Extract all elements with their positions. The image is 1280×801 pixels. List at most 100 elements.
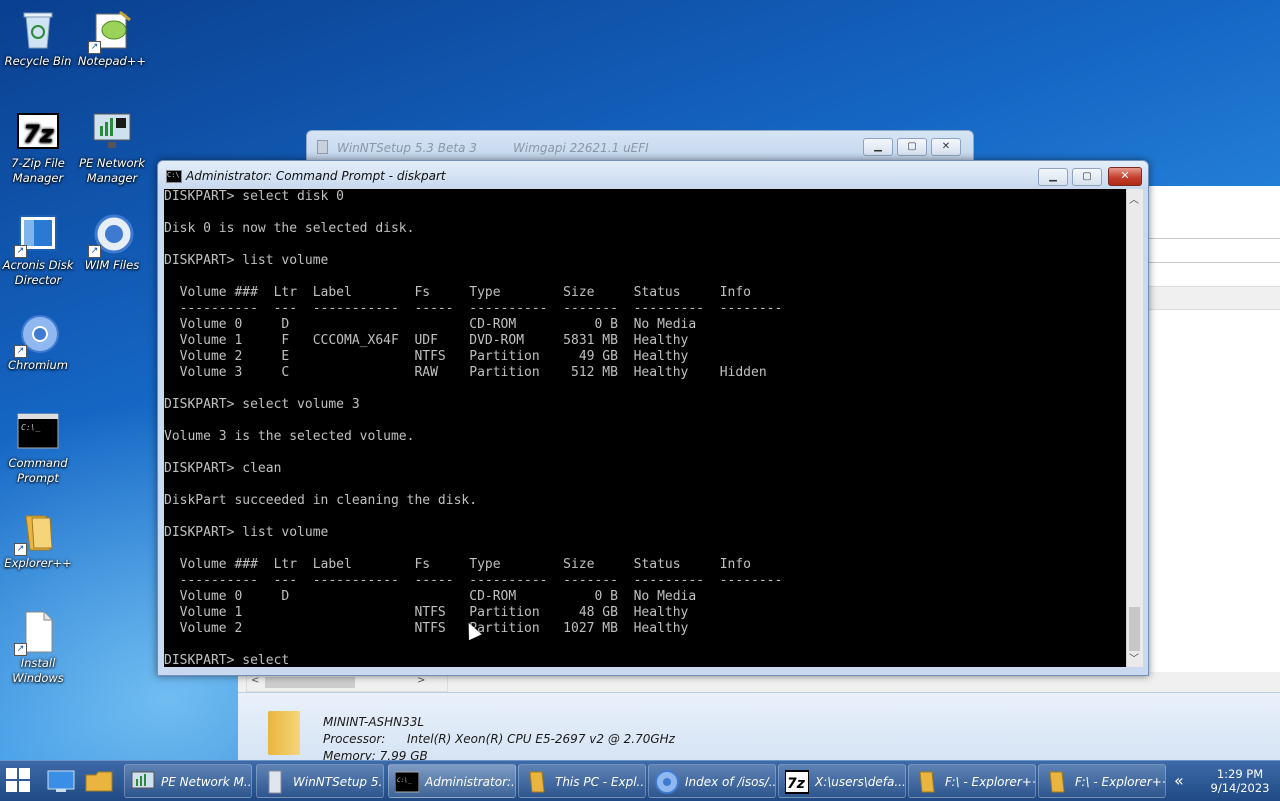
desktop-icon-label: Notepad++ [77,54,147,68]
desktop-icon-label: 7-Zip File Manager [11,156,65,185]
shortcut-arrow-icon: ↗ [88,245,101,258]
winntsetup-close-button[interactable]: ✕ [931,138,961,156]
chromium-icon: ↗ [14,312,60,358]
cmd-close-button[interactable]: ✕ [1108,167,1142,186]
winntsetup-title: WinNTSetup 5.3 Beta 3 [337,141,477,155]
network-manager-icon [131,770,155,794]
taskbar-item-label: PE Network M... [161,775,252,789]
winntsetup-icon [263,770,287,794]
console-output[interactable]: DISKPART> select disk 0 Disk 0 is now th… [164,189,1126,667]
winntsetup-window[interactable]: WinNTSetup 5.3 Beta 3 Wimgapi 22621.1 uE… [306,130,974,162]
shortcut-arrow-icon: ↗ [14,345,27,358]
cmd-titlebar[interactable]: C:\ Administrator: Command Prompt - disk… [158,161,1148,189]
desktop-icon-pe-network[interactable]: PE Network Manager [74,110,150,186]
taskbar-item-explorer-plus-1[interactable]: F:\ - Explorer++ [908,764,1036,798]
desktop-icon-label: Recycle Bin [4,54,72,68]
desktop-icon-notepad-plus[interactable]: ↗ Notepad++ [74,8,150,69]
divider [1147,262,1280,263]
scroll-left-icon[interactable]: < [251,675,259,686]
wim-files-icon: ↗ [88,212,134,258]
desktop-icon-recycle-bin[interactable]: Recycle Bin [0,8,76,69]
taskbar-item-label: Index of /isos/... [685,775,776,789]
winntsetup-minimize-button[interactable]: ▁ [863,138,893,156]
taskbar-item-label: WinNTSetup 5... [293,775,384,789]
desktop-icon-explorer-plus[interactable]: ↗ Explorer++ [0,510,76,571]
taskbar-item-pe-network[interactable]: PE Network M... [124,764,252,798]
desktop-icon-label: Command Prompt [8,456,68,485]
taskbar-item-explorer-plus-2[interactable]: F:\ - Explorer++ [1038,764,1166,798]
folder-icon [525,770,549,794]
desktop-icon-acronis[interactable]: ↗ Acronis Disk Director [0,212,76,288]
desktop-icon-label: Acronis Disk Director [2,258,74,287]
winntsetup-maximize-button[interactable]: ▢ [897,138,927,156]
command-prompt-window[interactable]: C:\ Administrator: Command Prompt - disk… [157,160,1149,676]
scrollbar-thumb[interactable] [1129,607,1140,651]
desktop-icon-7zip[interactable]: 7z 7-Zip File Manager [0,110,76,186]
shortcut-arrow-icon: ↗ [88,41,101,54]
console-text: DISKPART> select disk 0 Disk 0 is now th… [164,189,783,667]
scrollbar-thumb[interactable] [265,677,355,688]
shortcut-arrow-icon: ↗ [14,543,27,556]
console-vertical-scrollbar[interactable]: ︿ ﹀ [1126,189,1143,667]
winntsetup-subtitle: Wimgapi 22621.1 uEFI [513,141,649,155]
processor-label: Processor: [323,732,386,746]
desktop-icon-command-prompt[interactable]: C:\_ Command Prompt [0,410,76,486]
taskbar-item-command-prompt[interactable]: C:\_ Administrator:... [388,764,516,798]
scroll-right-icon[interactable]: > [417,675,425,686]
shortcut-arrow-icon: ↗ [14,643,27,656]
computer-name: MININT-ASHN33L [323,715,425,729]
desktop-icon-chromium[interactable]: ↗ Chromium [0,312,76,373]
network-manager-icon [90,110,134,154]
taskbar-item-label: Administrator:... [425,775,516,789]
command-prompt-icon: C:\ [166,170,182,183]
taskbar-item-7zip[interactable]: 7z X:\users\defa... [778,764,906,798]
start-button[interactable] [6,768,32,794]
windows-logo-quad [19,781,30,792]
svg-text:7z: 7z [23,120,55,148]
scroll-down-icon[interactable]: ﹀ [1129,650,1139,665]
taskbar-pin-monitor[interactable] [46,767,76,795]
taskbar-item-label: X:\users\defa... [815,775,906,789]
computer-folder-icon [268,711,300,755]
svg-text:C:\_: C:\_ [397,777,412,784]
winntsetup-icon [317,140,328,154]
column-header-bar [1147,286,1280,310]
taskbar-item-this-pc[interactable]: This PC - Expl... [518,764,646,798]
taskbar-item-chromium[interactable]: Index of /isos/... [648,764,776,798]
cmd-title: Administrator: Command Prompt - diskpart [186,169,446,183]
taskbar-item-label: This PC - Expl... [555,775,646,789]
taskbar: PE Network M... WinNTSetup 5... C:\_ Adm… [0,760,1280,801]
explorer-plus-icon: ↗ [14,510,60,556]
taskbar-pin-folder[interactable] [84,767,114,795]
cmd-maximize-button[interactable]: ▢ [1072,168,1102,186]
desktop-icon-wim-files[interactable]: ↗ WIM Files [74,212,150,273]
clock-date: 9/14/2023 [1210,781,1270,795]
divider [1147,238,1280,239]
recycle-bin-icon [16,8,60,52]
cmd-minimize-button[interactable]: ▁ [1038,168,1068,186]
horizontal-scrollbar[interactable]: < > [246,674,448,692]
install-windows-icon: ↗ [14,610,60,656]
command-prompt-icon: C:\_ [394,770,420,794]
windows-logo-quad [19,768,30,779]
taskbar-item-winntsetup[interactable]: WinNTSetup 5... [256,764,384,798]
desktop-icon-label: Install Windows [12,656,64,685]
desktop-icon-label: Explorer++ [4,556,72,570]
taskbar-item-label: F:\ - Explorer++ [945,775,1036,789]
seven-zip-icon: 7z [16,110,60,154]
taskbar-clock[interactable]: 1:29 PM 9/14/2023 [1204,767,1276,795]
scroll-up-icon[interactable]: ︿ [1129,191,1139,206]
notepad-plus-icon: ↗ [88,8,134,54]
shortcut-arrow-icon: ↗ [14,245,27,258]
windows-logo-quad [6,781,17,792]
svg-text:C:\_: C:\_ [21,423,40,432]
desktop-icon-install-windows[interactable]: ↗ Install Windows [0,610,76,686]
explorer-window-pane[interactable] [1147,186,1280,691]
acronis-icon: ↗ [14,212,60,258]
tray-expand-icon[interactable]: « [1174,771,1184,790]
folder-icon [915,770,939,794]
command-prompt-icon: C:\_ [16,410,60,454]
desktop-icon-label: Chromium [8,358,68,372]
explorer-details-pane: MININT-ASHN33L Processor: Intel(R) Xeon(… [238,692,1280,765]
windows-logo-icon [6,768,17,779]
